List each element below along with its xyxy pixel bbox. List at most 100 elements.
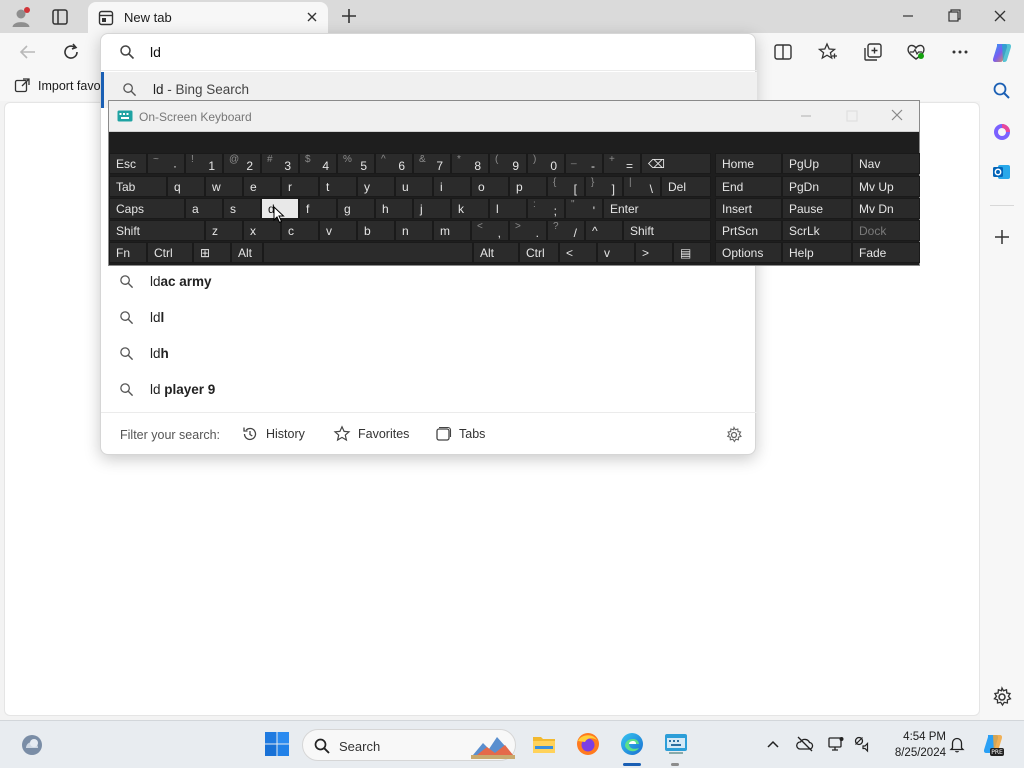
tab-new-tab[interactable]: New tab (88, 2, 328, 33)
osk-key[interactable]: ! 1 (185, 153, 223, 174)
osk-key[interactable]: v (319, 220, 357, 241)
copilot-pre-icon[interactable]: PRE (980, 732, 1006, 758)
osk-nav-key[interactable]: Nav (852, 153, 920, 174)
osk-key[interactable]: Fn (109, 242, 147, 263)
new-tab-button[interactable] (338, 5, 360, 27)
osk-key[interactable]: > (635, 242, 673, 263)
osk-key[interactable]: ▤ (673, 242, 711, 263)
osk-key[interactable]: r (281, 176, 319, 197)
osk-nav-key[interactable]: Mv Dn (852, 198, 920, 219)
osk-key[interactable] (263, 242, 473, 263)
osk-key[interactable]: ^ 6 (375, 153, 413, 174)
osk-key[interactable]: ? / (547, 220, 585, 241)
taskbar-search-box[interactable]: Search (302, 729, 516, 761)
import-favorites-button[interactable]: Import favo (14, 78, 101, 94)
osk-key[interactable]: < (559, 242, 597, 263)
osk-key[interactable]: $4 (299, 153, 337, 174)
close-window-button[interactable] (978, 4, 1022, 28)
show-hidden-icons-icon[interactable] (764, 735, 782, 753)
address-bar[interactable]: ld (101, 34, 757, 71)
filter-favorites-button[interactable]: Favorites (333, 425, 409, 443)
osk-key[interactable]: <, (471, 220, 509, 241)
collections-icon[interactable] (862, 41, 884, 63)
firefox-icon[interactable] (575, 731, 601, 757)
outlook-icon[interactable] (991, 161, 1013, 183)
favorites-icon[interactable] (817, 41, 839, 63)
osk-key[interactable]: l (489, 198, 527, 219)
address-input-text[interactable]: ld (150, 44, 161, 60)
osk-nav-key[interactable]: Help (782, 242, 852, 263)
osk-nav-key[interactable]: PgDn (782, 176, 852, 197)
osk-title-bar[interactable]: On-Screen Keyboard (109, 101, 919, 132)
osk-nav-key[interactable]: End (715, 176, 782, 197)
osk-key[interactable]: e (243, 176, 281, 197)
osk-key[interactable]: ⌫ (641, 153, 711, 174)
back-icon[interactable] (17, 41, 39, 63)
refresh-icon[interactable] (60, 41, 82, 63)
restore-button[interactable] (932, 4, 976, 28)
osk-key[interactable]: {[ (547, 176, 585, 197)
osk-key[interactable]: v (597, 242, 635, 263)
suggestion-item[interactable]: ldac army (101, 264, 757, 300)
osk-nav-key[interactable]: Options (715, 242, 782, 263)
osk-key[interactable]: o (471, 176, 509, 197)
osk-key[interactable]: Caps (109, 198, 185, 219)
osk-key[interactable]: (9 (489, 153, 527, 174)
profile-icon[interactable] (10, 6, 32, 28)
filter-history-button[interactable]: History (241, 425, 305, 443)
close-tab-icon[interactable] (304, 9, 320, 25)
filter-tabs-button[interactable]: Tabs (434, 425, 485, 443)
osk-key[interactable]: @2 (223, 153, 261, 174)
onedrive-offline-icon[interactable] (796, 735, 814, 753)
osk-key[interactable]: Del (661, 176, 711, 197)
osk-key[interactable]: #3 (261, 153, 299, 174)
search-icon[interactable] (991, 80, 1013, 102)
osk-key[interactable]: w (205, 176, 243, 197)
osk-nav-key[interactable]: Dock (852, 220, 920, 241)
osk-key[interactable]: " ' (565, 198, 603, 219)
edge-icon[interactable] (619, 731, 645, 757)
osk-nav-key[interactable]: ScrLk (782, 220, 852, 241)
osk-nav-key[interactable]: PgUp (782, 153, 852, 174)
osk-key[interactable]: g (337, 198, 375, 219)
osk-key[interactable]: | \ (623, 176, 661, 197)
osk-key[interactable]: j (413, 198, 451, 219)
suggestion-item[interactable]: ldl (101, 300, 757, 336)
browser-essentials-icon[interactable] (905, 41, 927, 63)
suggestion-item[interactable]: ld player 9 (101, 372, 757, 408)
copilot-icon[interactable] (990, 41, 1014, 65)
osk-key[interactable]: Alt (231, 242, 263, 263)
osk-key[interactable]: + = (603, 153, 641, 174)
osk-key[interactable]: _ - (565, 153, 603, 174)
osk-key[interactable]: * 8 (451, 153, 489, 174)
osk-key[interactable]: q (167, 176, 205, 197)
osk-key[interactable]: h (375, 198, 413, 219)
osk-key[interactable]: t (319, 176, 357, 197)
more-options-icon[interactable] (949, 41, 971, 63)
osk-key[interactable]: >. (509, 220, 547, 241)
osk-nav-key[interactable]: Home (715, 153, 782, 174)
osk-key[interactable]: Shift (109, 220, 205, 241)
osk-close-button[interactable] (886, 107, 908, 125)
osk-key[interactable]: z (205, 220, 243, 241)
osk-nav-key[interactable]: PrtScn (715, 220, 782, 241)
osk-minimize-button[interactable] (795, 107, 817, 125)
suggestion-item[interactable]: ldh (101, 336, 757, 372)
osk-key[interactable]: k (451, 198, 489, 219)
osk-nav-key[interactable]: Mv Up (852, 176, 920, 197)
osk-key[interactable]: b (357, 220, 395, 241)
osk-nav-key[interactable]: Insert (715, 198, 782, 219)
osk-key[interactable]: & 7 (413, 153, 451, 174)
osk-key[interactable]: Tab (109, 176, 167, 197)
osk-key[interactable]: Alt (473, 242, 519, 263)
sidebar-settings-icon[interactable] (991, 686, 1013, 708)
osk-key[interactable]: :; (527, 198, 565, 219)
osk-key[interactable]: Enter (603, 198, 711, 219)
osk-key[interactable]: ^ (585, 220, 623, 241)
osk-key[interactable]: y (357, 176, 395, 197)
osk-maximize-button[interactable] (841, 107, 863, 125)
display-icon[interactable] (827, 735, 845, 753)
osk-key[interactable]: a (185, 198, 223, 219)
split-screen-icon[interactable] (772, 41, 794, 63)
osk-key[interactable]: ) 0 (527, 153, 565, 174)
